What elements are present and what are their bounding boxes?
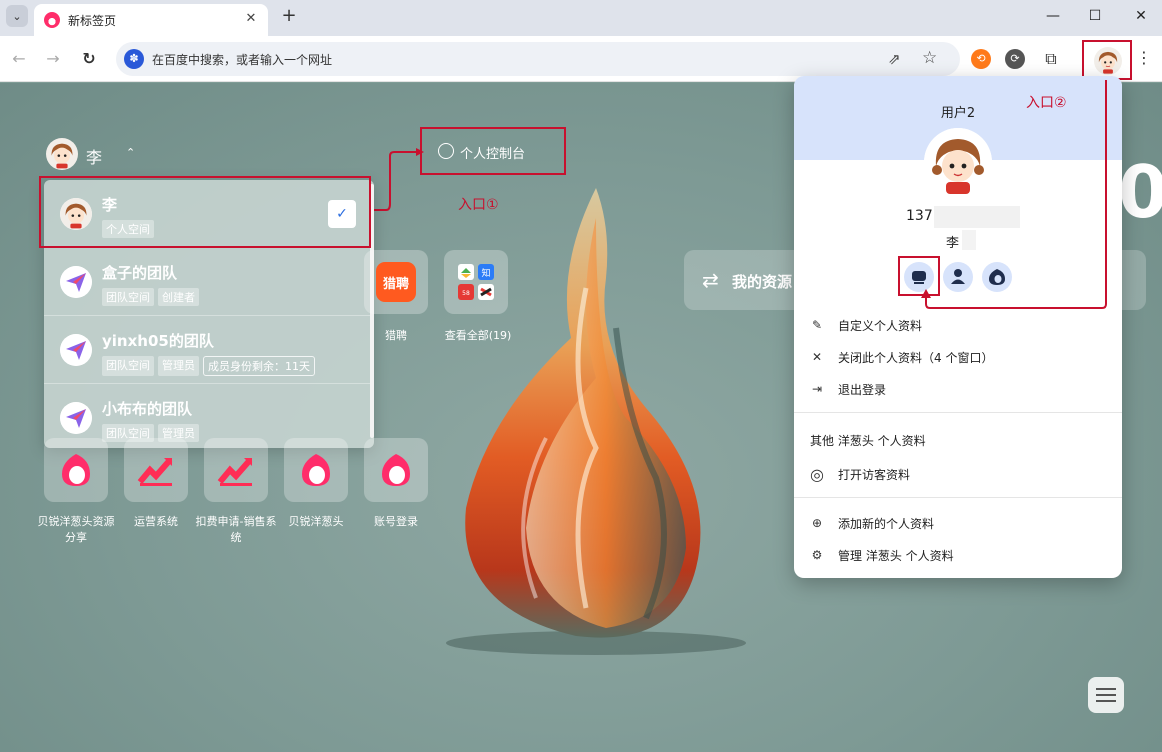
tile-label: 扣费申请-销售系统 (195, 515, 277, 544)
sign-out-icon: ⇥ (811, 382, 823, 396)
tab-new-tab[interactable]: 新标签页 ✕ (34, 4, 268, 36)
bookmark-star-icon[interactable]: ☆ (922, 48, 937, 68)
user-circle-icon (438, 143, 454, 159)
annotation-entry-1: 入口① (458, 197, 499, 213)
workspace-name: 盒子的团队 (102, 264, 178, 282)
personal-console-label: 个人控制台 (460, 147, 526, 162)
share-icon[interactable]: ⇗ (888, 50, 901, 68)
workspace-item-team[interactable]: 盒子的团队 团队空间 创建者 (44, 248, 374, 316)
menu-item-label: 管理 洋葱头 个人资料 (838, 548, 954, 563)
clock-display: 0 (1118, 150, 1162, 234)
tile-label: 猎聘 (385, 329, 407, 342)
svg-text:58: 58 (462, 290, 470, 297)
tile-label: 查看全部(19) (444, 329, 512, 342)
onion-logo-icon (62, 454, 90, 486)
maximize-button[interactable]: ☐ (1084, 6, 1106, 26)
tile-label: 贝锐洋葱头资源分享 (37, 515, 115, 544)
add-person-icon: ⊕ (811, 516, 823, 530)
membership-remaining-tag: 成员身份剩余：11天 (203, 356, 315, 376)
annotation-highlight-personal-space (39, 176, 371, 248)
app-grid-icon: 知 58 (458, 264, 494, 300)
extension-sync-icon[interactable]: ⟳ (1005, 49, 1025, 69)
forward-button[interactable]: → (42, 48, 64, 70)
tile-sales-system[interactable] (204, 438, 268, 502)
tile-onion-share[interactable] (44, 438, 108, 502)
workspace-tag: 创建者 (158, 288, 199, 306)
manage-profiles-icon: ⚙ (811, 548, 823, 562)
workspace-tag: 管理员 (158, 356, 199, 376)
paper-plane-icon (60, 334, 92, 366)
browser-menu-icon[interactable]: ⋮ (1136, 48, 1152, 67)
menu-item-label: 自定义个人资料 (838, 318, 923, 333)
menu-item-label: 添加新的个人资料 (838, 516, 935, 531)
tile-view-all[interactable]: 知 58 (444, 250, 508, 314)
paper-plane-icon (60, 266, 92, 298)
workspace-user-name: 李 (86, 148, 103, 167)
close-icon: ✕ (811, 350, 823, 364)
tab-favicon-icon (44, 12, 60, 28)
menu-item-label: 退出登录 (838, 382, 887, 397)
divider (794, 497, 1122, 498)
tab-search-dropdown[interactable]: ⌄ (6, 5, 28, 27)
onion-logo-icon (382, 454, 410, 486)
extensions-puzzle-icon[interactable]: ⧉ (1041, 49, 1061, 69)
new-tab-button[interactable]: + (278, 6, 300, 28)
tile-label: 运营系统 (134, 515, 178, 528)
close-window-button[interactable]: ✕ (1130, 6, 1152, 26)
chevron-up-icon: ⌃ (126, 146, 136, 159)
workspace-tag: 团队空间 (102, 288, 154, 306)
profile-avatar-icon (1094, 47, 1122, 75)
user-avatar (46, 138, 78, 170)
add-profile-item[interactable]: ⊕ 添加新的个人资料 (810, 512, 934, 534)
address-bar[interactable]: ✽ 在百度中搜索，或者输入一个网址 ⇗ ☆ (116, 42, 960, 76)
tile-liepin[interactable]: 猎聘 (364, 250, 428, 314)
sync-icon: ⇄ (702, 268, 719, 292)
open-guest-profile-item[interactable]: ◎ 打开访客资料 (810, 463, 910, 485)
workspace-tag: 团队空间 (102, 356, 154, 376)
trend-chart-icon (217, 458, 253, 486)
trend-chart-icon (137, 458, 173, 486)
personal-console-link[interactable]: 个人控制台 (420, 127, 566, 175)
tab-close-icon[interactable]: ✕ (242, 10, 260, 28)
other-profiles-title: 其他 洋葱头 个人资料 (810, 434, 926, 448)
menu-item-label: 关闭此个人资料（4 个窗口） (838, 350, 994, 365)
divider (794, 412, 1122, 413)
baidu-paw-icon: ✽ (124, 49, 144, 69)
svg-text:猎聘: 猎聘 (383, 276, 409, 292)
extension-orange-icon[interactable]: ⟲ (971, 49, 991, 69)
sign-out-item[interactable]: ⇥ 退出登录 (810, 378, 886, 400)
tab-strip: ⌄ 新标签页 ✕ + — ☐ ✕ (0, 0, 1162, 36)
omnibox-text: 在百度中搜索，或者输入一个网址 (152, 53, 333, 67)
tab-title: 新标签页 (68, 14, 117, 28)
my-resources-label: 我的资源 (732, 273, 793, 291)
manage-profiles-item[interactable]: ⚙ 管理 洋葱头 个人资料 (810, 544, 954, 566)
minimize-button[interactable]: — (1042, 6, 1064, 26)
close-profile-item[interactable]: ✕ 关闭此个人资料（4 个窗口） (810, 346, 993, 368)
tile-label: 账号登录 (374, 515, 418, 528)
back-button[interactable]: ← (8, 48, 30, 70)
annotation-arrow-1 (370, 148, 424, 211)
page-settings-button[interactable] (1088, 677, 1124, 713)
onion-logo-icon (302, 454, 330, 486)
pencil-icon: ✎ (811, 318, 823, 332)
workspace-name: 小布布的团队 (102, 400, 193, 418)
tile-onion[interactable] (284, 438, 348, 502)
customize-profile-item[interactable]: ✎ 自定义个人资料 (810, 314, 922, 336)
paper-plane-icon (60, 402, 92, 434)
svg-text:知: 知 (481, 267, 490, 279)
workspace-name: yinxh05的团队 (102, 332, 214, 350)
profile-button[interactable] (1082, 40, 1132, 80)
guest-icon: ◎ (810, 464, 824, 484)
tile-ops-system[interactable] (124, 438, 188, 502)
workspace-item-team[interactable]: yinxh05的团队 团队空间 管理员 成员身份剩余：11天 (44, 316, 374, 384)
annotation-arrow-2 (921, 80, 1107, 309)
tile-account-login[interactable] (364, 438, 428, 502)
tile-label: 贝锐洋葱头 (288, 515, 344, 528)
liepin-icon: 猎聘 (376, 262, 416, 302)
menu-item-label: 打开访客资料 (838, 467, 911, 482)
reload-button[interactable]: ↻ (78, 48, 100, 70)
